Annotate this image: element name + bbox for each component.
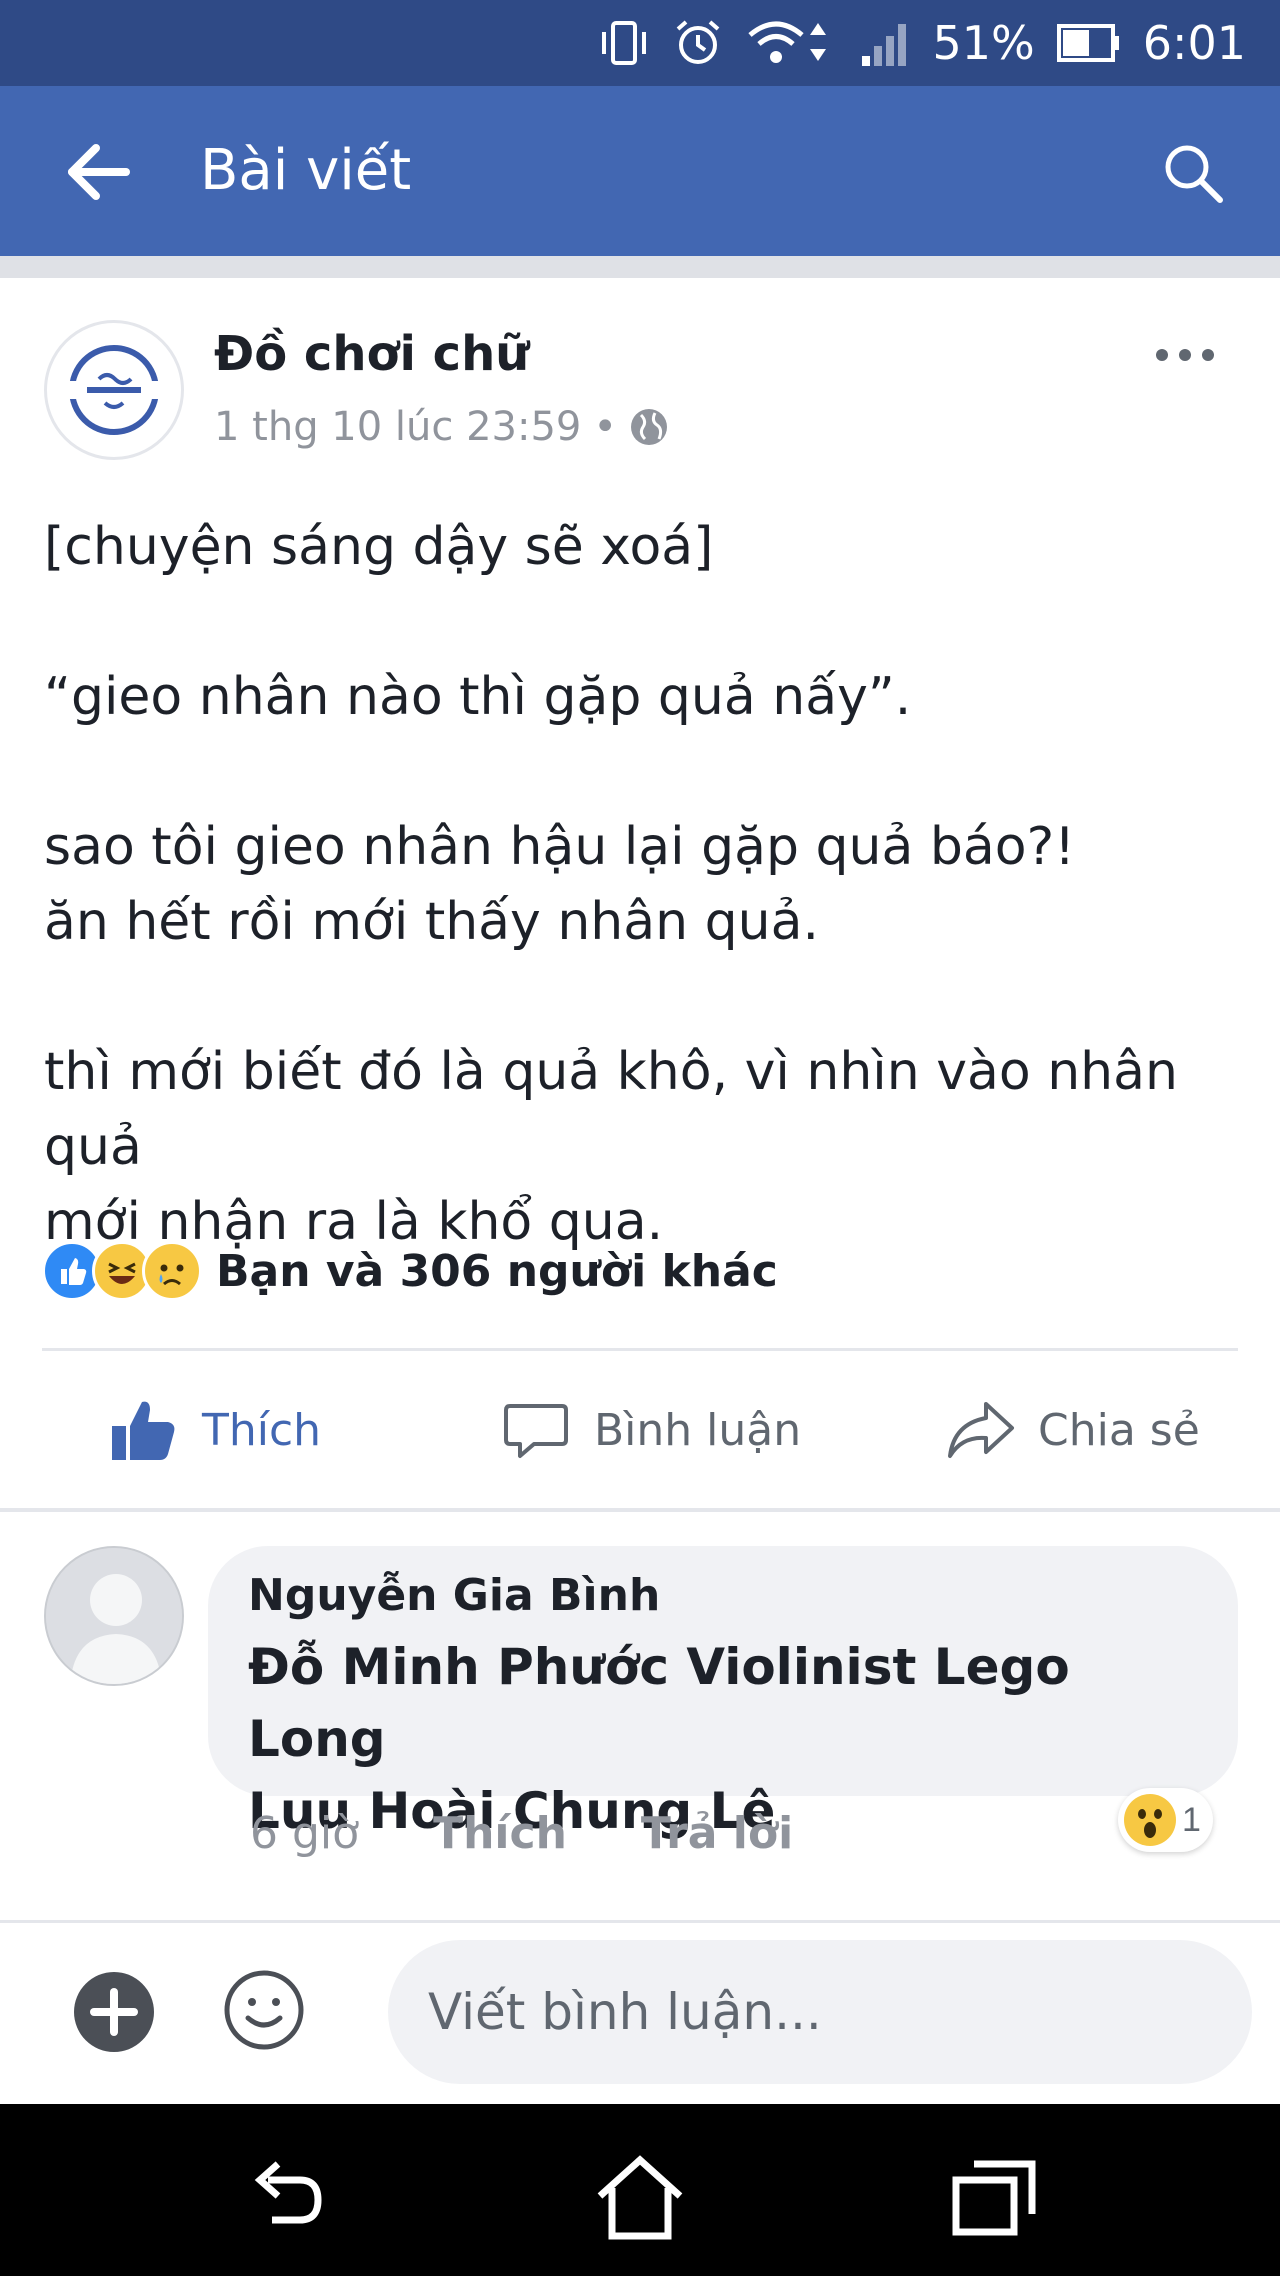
- clock: 6:01: [1142, 16, 1246, 70]
- post-line: ăn hết rồi mới thấy nhân quả.: [44, 892, 819, 952]
- app-bar: Bài viết: [0, 86, 1280, 256]
- post-paragraph: “gieo nhân nào thì gặp quả nấy”.: [44, 660, 1244, 735]
- arrow-left-icon[interactable]: [62, 136, 134, 208]
- comment-input[interactable]: Viết bình luận...: [388, 1940, 1252, 2084]
- section-divider: [0, 256, 1280, 278]
- status-bar: 51% 6:01: [0, 0, 1280, 86]
- page-avatar[interactable]: [44, 320, 184, 460]
- emoji-icon[interactable]: [222, 1968, 306, 2052]
- more-options-icon[interactable]: [1150, 340, 1220, 370]
- post-line: thì mới biết đó là quả khô, vì nhìn vào …: [44, 1042, 1178, 1177]
- default-avatar-icon: [46, 1548, 182, 1684]
- battery-icon: [1056, 24, 1119, 62]
- plus-icon: [90, 1988, 138, 2036]
- share-button[interactable]: Chia sẻ: [944, 1380, 1200, 1480]
- divider: [0, 1920, 1280, 1923]
- reactions-count-text[interactable]: Bạn và 306 người khác: [216, 1246, 778, 1297]
- post-line: sao tôi gieo nhân hậu lại gặp quả báo?!: [44, 817, 1076, 877]
- wow-icon: [1124, 1794, 1176, 1846]
- comment-input-placeholder: Viết bình luận...: [428, 1983, 822, 2041]
- comment-button[interactable]: Bình luận: [500, 1380, 801, 1480]
- battery-percent: 51%: [932, 16, 1035, 70]
- signal-icon: [862, 24, 907, 66]
- wifi-icon: [748, 21, 827, 63]
- share-icon: [948, 1402, 1014, 1458]
- post-actions: Thích Bình luận Chia sẻ: [0, 1380, 1280, 1480]
- globe-icon: [630, 409, 667, 445]
- reactions-summary[interactable]: Bạn và 306 người khác: [42, 1238, 778, 1304]
- comment-reply-button[interactable]: Trả lời: [641, 1808, 793, 1859]
- vibrate-icon: [602, 21, 647, 65]
- post-paragraph: [chuyện sáng dậy sẽ xoá]: [44, 510, 1244, 585]
- nav-recents-icon[interactable]: [946, 2150, 1042, 2246]
- page-name[interactable]: Đồ chơi chữ: [214, 326, 529, 382]
- post-meta: 1 thg 10 lúc 23:59 •: [214, 404, 669, 450]
- comment-meta: 6 giờ Thích Trả lời: [250, 1808, 793, 1859]
- like-button[interactable]: Thích: [108, 1380, 321, 1480]
- page-logo-icon: [67, 345, 161, 435]
- page-title: Bài viết: [200, 138, 412, 203]
- comment-time: 6 giờ: [250, 1808, 360, 1859]
- comment-text-line[interactable]: Đỗ Minh Phước Violinist Lego Long: [248, 1638, 1070, 1768]
- comment-author[interactable]: Nguyễn Gia Bình: [248, 1570, 1198, 1621]
- post-paragraph: thì mới biết đó là quả khô, vì nhìn vào …: [44, 1035, 1244, 1260]
- thumbs-up-icon: [112, 1401, 175, 1460]
- add-attachment-button[interactable]: [74, 1972, 154, 2052]
- comment-reaction-badge[interactable]: 1: [1118, 1788, 1213, 1852]
- comment-reaction-count: 1: [1182, 1800, 1201, 1839]
- sad-icon: [142, 1241, 202, 1301]
- comment-label: Bình luận: [594, 1404, 802, 1456]
- post-timestamp[interactable]: 1 thg 10 lúc 23:59: [214, 404, 581, 450]
- comment-icon: [504, 1404, 568, 1458]
- post-line: [chuyện sáng dậy sẽ xoá]: [44, 517, 714, 577]
- comment-bubble: Nguyễn Gia Bình Đỗ Minh Phước Violinist …: [208, 1546, 1238, 1840]
- share-label: Chia sẻ: [1038, 1404, 1200, 1456]
- comment-like-button[interactable]: Thích: [433, 1808, 567, 1859]
- meta-separator: •: [593, 404, 617, 450]
- nav-home-icon[interactable]: [592, 2150, 688, 2246]
- alarm-icon: [677, 20, 720, 64]
- avatar[interactable]: [44, 1546, 184, 1686]
- section-divider: [0, 1508, 1280, 1512]
- post-paragraph: sao tôi gieo nhân hậu lại gặp quả báo?! ă…: [44, 810, 1244, 960]
- like-label: Thích: [202, 1404, 322, 1456]
- divider: [42, 1348, 1238, 1351]
- nav-back-icon[interactable]: [238, 2150, 334, 2246]
- post-line: “gieo nhân nào thì gặp quả nấy”.: [44, 667, 912, 727]
- post-text: [chuyện sáng dậy sẽ xoá] “gieo nhân nào …: [44, 510, 1244, 1260]
- system-nav-bar: [0, 2104, 1280, 2276]
- search-icon[interactable]: [1160, 140, 1226, 206]
